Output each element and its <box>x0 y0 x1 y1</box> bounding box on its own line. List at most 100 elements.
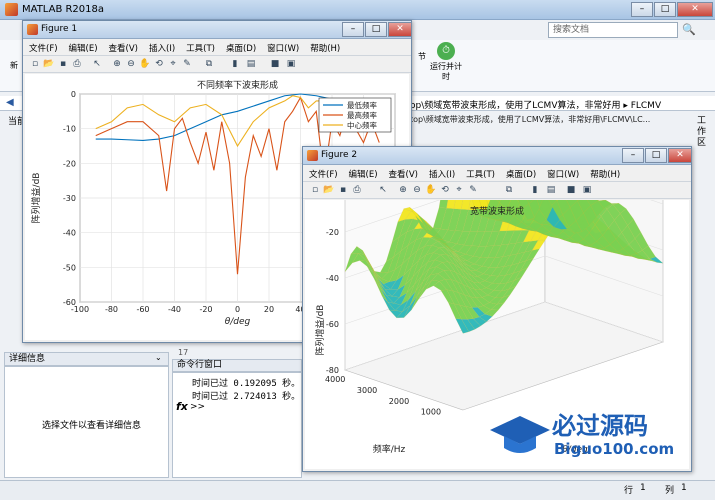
link-icon[interactable]: ⧉ <box>503 184 515 196</box>
save-icon[interactable]: ▪ <box>57 58 69 70</box>
colorbar-icon[interactable]: ▮ <box>229 58 241 70</box>
open-file-icon[interactable]: 📂 <box>323 184 335 196</box>
close-icon[interactable]: ✕ <box>677 2 713 17</box>
menu-help[interactable]: 帮助(H) <box>584 165 625 181</box>
figure1-title: Figure 1 <box>41 24 78 34</box>
menu-help[interactable]: 帮助(H) <box>304 39 345 55</box>
fx-icon[interactable]: fx <box>176 400 188 413</box>
print-icon[interactable]: ⎙ <box>351 184 363 196</box>
zoom-in-icon[interactable]: ⊕ <box>397 184 409 196</box>
zoom-in-icon[interactable]: ⊕ <box>111 58 123 70</box>
menu-tools[interactable]: 工具(T) <box>460 165 500 181</box>
workspace-tab[interactable]: 工作区 <box>697 116 711 149</box>
show-tools-icon[interactable]: ▣ <box>285 58 297 70</box>
rotate-icon[interactable]: ⟲ <box>153 58 165 70</box>
open-file-icon[interactable]: 📂 <box>43 58 55 70</box>
print-icon[interactable]: ⎙ <box>71 58 83 70</box>
menu-insert[interactable]: 插入(I) <box>423 165 460 181</box>
freq-tick-label: 4000 <box>325 375 345 384</box>
minimize-icon[interactable]: – <box>342 22 364 37</box>
show-tools-icon[interactable]: ▣ <box>581 184 593 196</box>
editor-path: top\频域宽带波束形成，使用了LCMV算法，非常好用\FLCMV\LC... <box>410 115 651 124</box>
select-arrow-icon[interactable]: ↖ <box>91 58 103 70</box>
figure-icon <box>307 150 318 161</box>
minimize-icon[interactable]: – <box>631 2 653 17</box>
brush-icon[interactable]: ✎ <box>181 58 193 70</box>
run-timer-icon: ⏱ <box>437 42 455 60</box>
brush-icon[interactable]: ✎ <box>467 184 479 196</box>
maximize-icon[interactable]: □ <box>654 2 676 17</box>
z-axis-label: 阵列增益/dB <box>314 305 326 356</box>
status-col-label: 列 <box>665 486 675 496</box>
menu-file[interactable]: 文件(F) <box>23 39 63 55</box>
menu-desktop[interactable]: 桌面(D) <box>500 165 541 181</box>
watermark-url: Biguo100.com <box>554 440 674 458</box>
figure1-toolbar: ▫ 📂 ▪ ⎙ ↖ ⊕ ⊖ ✋ ⟲ ⌖ ✎ ⧉ ▮ ▤ ■ ▣ <box>23 55 411 73</box>
main-title-bar: MATLAB R2018a – □ ✕ <box>0 0 715 20</box>
maximize-icon[interactable]: □ <box>365 22 387 37</box>
y-tick-label: -60 <box>63 298 76 307</box>
close-icon[interactable]: ✕ <box>668 148 692 163</box>
menu-desktop[interactable]: 桌面(D) <box>220 39 261 55</box>
menu-view[interactable]: 查看(V) <box>383 165 423 181</box>
y-tick-label: -30 <box>63 194 76 203</box>
figure2-title: Figure 2 <box>321 150 358 160</box>
figure2-window-controls: – □ ✕ <box>621 148 692 163</box>
figure-icon <box>27 24 38 35</box>
x-tick-label: 20 <box>264 305 274 314</box>
menu-window[interactable]: 窗口(W) <box>541 165 584 181</box>
maximize-icon[interactable]: □ <box>645 148 667 163</box>
legend-entry: 中心频率 <box>347 120 377 130</box>
link-icon[interactable]: ⧉ <box>203 58 215 70</box>
menu-insert[interactable]: 插入(I) <box>143 39 180 55</box>
watermark-text: 必过源码 <box>552 412 648 440</box>
ribbon-section-label[interactable]: 节 <box>418 51 426 62</box>
y-tick-label: -20 <box>63 159 76 168</box>
zoom-out-icon[interactable]: ⊖ <box>411 184 423 196</box>
data-cursor-icon[interactable]: ⌖ <box>453 184 465 196</box>
menu-view[interactable]: 查看(V) <box>103 39 143 55</box>
address-path[interactable]: op\频域宽带波束形成，使用了LCMV算法，非常好用 ▸ FLCMV <box>410 98 661 111</box>
x-tick-label: -60 <box>136 305 149 314</box>
status-row-label: 行 <box>624 486 634 496</box>
figure2-menubar: 文件(F) 编辑(E) 查看(V) 插入(I) 工具(T) 桌面(D) 窗口(W… <box>303 165 691 181</box>
pan-icon[interactable]: ✋ <box>425 184 437 196</box>
search-icon[interactable]: 🔍 <box>682 23 696 37</box>
status-col-value: 1 <box>681 483 687 493</box>
editor-line-number: 17 <box>178 348 189 357</box>
x-tick-label: 0 <box>235 305 240 314</box>
new-figure-icon[interactable]: ▫ <box>309 184 321 196</box>
hide-tools-icon[interactable]: ■ <box>565 184 577 196</box>
legend-icon[interactable]: ▤ <box>545 184 557 196</box>
minimize-icon[interactable]: – <box>622 148 644 163</box>
data-cursor-icon[interactable]: ⌖ <box>167 58 179 70</box>
select-arrow-icon[interactable]: ↖ <box>377 184 389 196</box>
y-tick-label: -10 <box>63 125 76 134</box>
menu-tools[interactable]: 工具(T) <box>180 39 220 55</box>
command-prompt[interactable]: >> <box>190 402 205 412</box>
menu-window[interactable]: 窗口(W) <box>261 39 304 55</box>
pan-icon[interactable]: ✋ <box>139 58 151 70</box>
ribbon-new-label[interactable]: 新 <box>10 60 18 71</box>
y-tick-label: 0 <box>71 90 76 99</box>
chart-title: 不同频率下波束形成 <box>197 79 278 91</box>
save-icon[interactable]: ▪ <box>337 184 349 196</box>
back-arrow-icon[interactable]: ◀ <box>6 97 14 108</box>
close-icon[interactable]: ✕ <box>388 22 412 37</box>
menu-edit[interactable]: 编辑(E) <box>343 165 383 181</box>
z-tick-label: -20 <box>326 228 339 237</box>
new-figure-icon[interactable]: ▫ <box>29 58 41 70</box>
hide-tools-icon[interactable]: ■ <box>269 58 281 70</box>
details-header[interactable]: 详细信息 <box>4 352 169 366</box>
colorbar-icon[interactable]: ▮ <box>529 184 541 196</box>
menu-edit[interactable]: 编辑(E) <box>63 39 103 55</box>
legend-icon[interactable]: ▤ <box>245 58 257 70</box>
chevron-down-icon[interactable]: ⌄ <box>155 353 162 362</box>
run-and-time-button[interactable]: ⏱ 运行并计时 <box>428 40 464 88</box>
rotate-icon[interactable]: ⟲ <box>439 184 451 196</box>
freq-tick-label: 1000 <box>421 408 441 417</box>
figure1-menubar: 文件(F) 编辑(E) 查看(V) 插入(I) 工具(T) 桌面(D) 窗口(W… <box>23 39 411 55</box>
menu-file[interactable]: 文件(F) <box>303 165 343 181</box>
search-documentation-input[interactable]: 搜索文档 <box>548 22 678 38</box>
zoom-out-icon[interactable]: ⊖ <box>125 58 137 70</box>
